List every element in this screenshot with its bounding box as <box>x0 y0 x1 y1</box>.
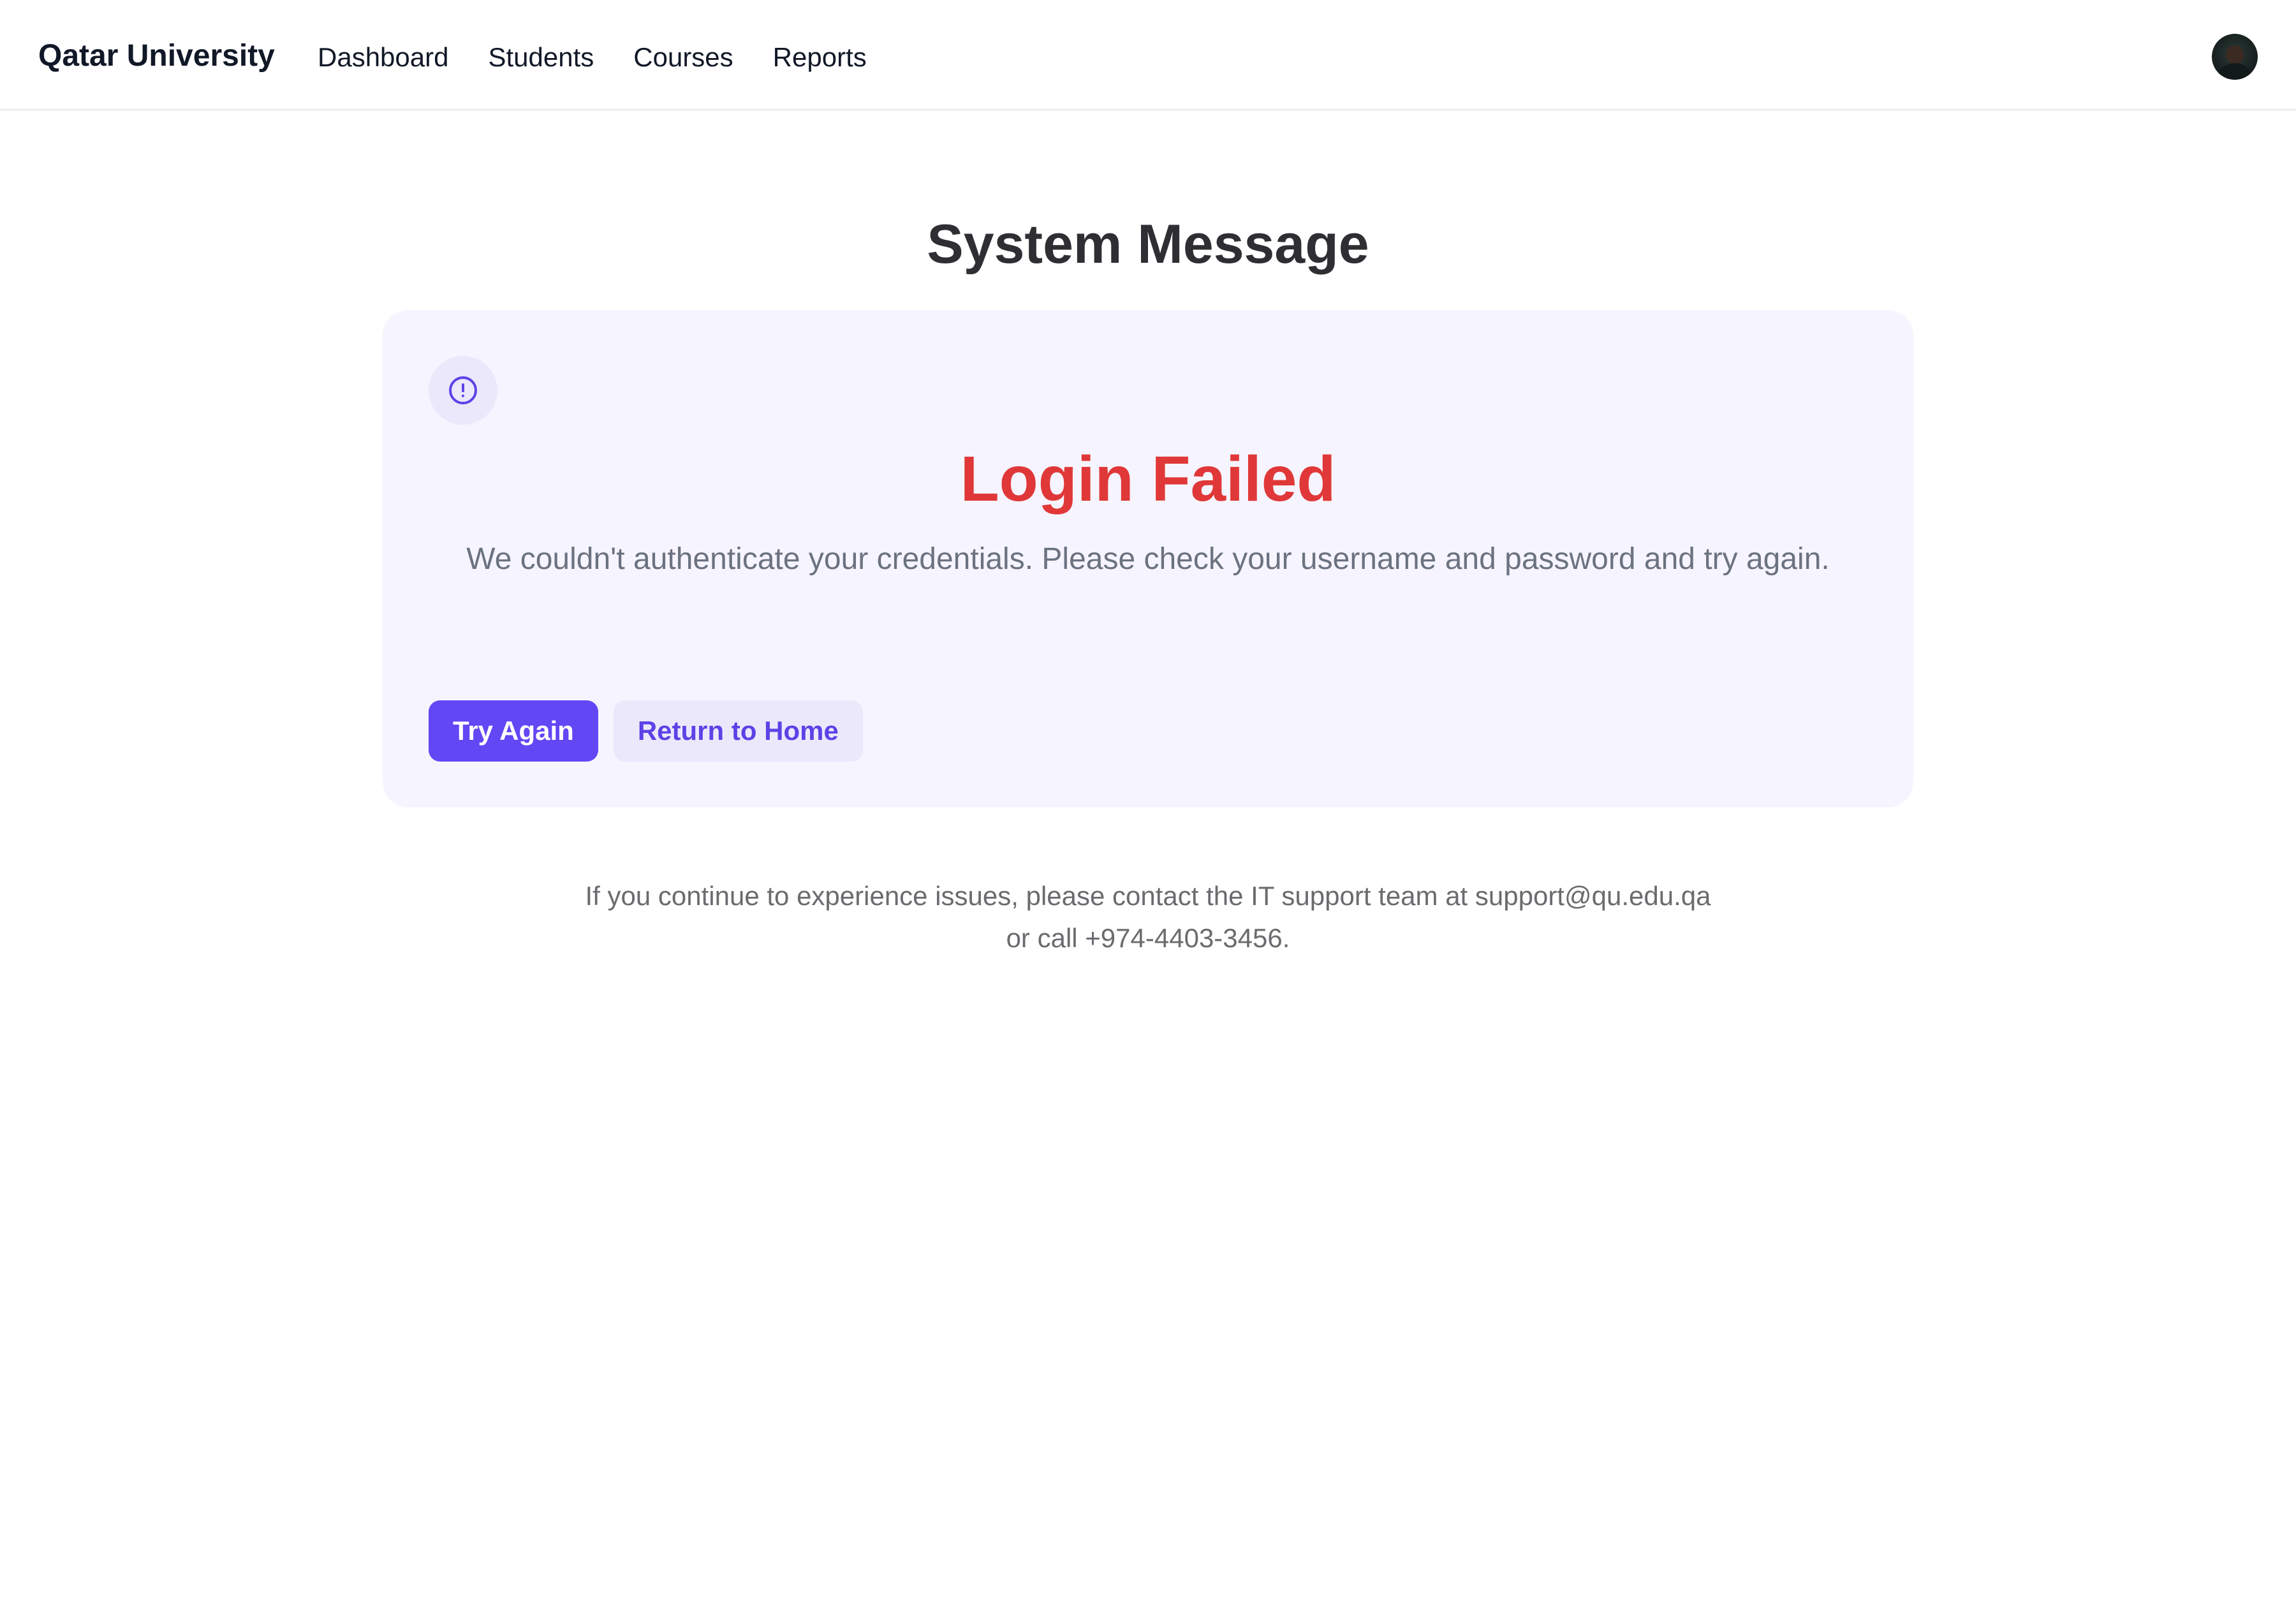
user-avatar[interactable] <box>2212 34 2258 80</box>
support-contact-note: If you continue to experience issues, pl… <box>585 881 1711 953</box>
alert-circle-icon <box>429 356 497 425</box>
error-description: We couldn't authenticate your credential… <box>466 542 1830 576</box>
avatar-face <box>2226 45 2244 64</box>
return-home-button[interactable]: Return to Home <box>613 700 863 762</box>
try-again-button[interactable]: Try Again <box>429 700 598 762</box>
nav-link-students[interactable]: Students <box>488 37 594 78</box>
nav-links: Dashboard Students Courses Reports <box>318 37 906 78</box>
message-card: Login Failed We couldn't authenticate yo… <box>383 310 1913 808</box>
page-title: System Message <box>927 214 1369 275</box>
error-title: Login Failed <box>960 443 1336 515</box>
nav-link-courses[interactable]: Courses <box>633 37 733 78</box>
avatar-shoulders <box>2218 63 2251 80</box>
brand-logo-text[interactable]: Qatar University <box>38 36 275 77</box>
action-buttons: Try Again Return to Home <box>429 700 863 762</box>
top-navbar: Qatar University Dashboard Students Cour… <box>0 0 2296 111</box>
nav-link-reports[interactable]: Reports <box>773 37 867 78</box>
nav-link-dashboard[interactable]: Dashboard <box>318 37 448 78</box>
